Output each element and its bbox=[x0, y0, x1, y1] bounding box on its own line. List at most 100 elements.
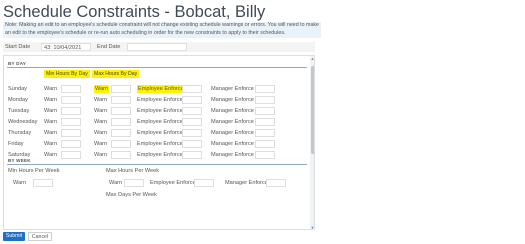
day-label: Tuesday bbox=[8, 108, 30, 114]
week-manager-enforce-input[interactable] bbox=[266, 179, 286, 187]
min-warn-label: Warn bbox=[44, 108, 58, 114]
by-day-divider bbox=[7, 67, 307, 68]
day-row-friday: Friday Warn Warn Employee Enforce Manager En… bbox=[4, 140, 309, 148]
max-days-per-week-label: Max Days Per Week bbox=[106, 192, 157, 198]
employee-enforce-input[interactable] bbox=[182, 96, 202, 104]
employee-enforce-label: Employee Enforce bbox=[137, 85, 185, 93]
day-row-saturday: Saturday Warn Warn Employee Enforce Manager … bbox=[4, 151, 309, 159]
manager-enforce-input[interactable] bbox=[255, 140, 275, 148]
day-row-monday: Monday Warn Warn Employee Enforce Manager En… bbox=[4, 96, 309, 104]
week-min-warn-label: Warn bbox=[13, 180, 27, 186]
by-week-labels-row: Min Hours Per Week Max Hours Per Week bbox=[4, 167, 309, 175]
employee-enforce-input[interactable] bbox=[182, 85, 202, 93]
employee-enforce-label: Employee Enforce bbox=[137, 141, 183, 147]
manager-enforce-label: Manager Enforce bbox=[211, 97, 254, 103]
max-warn-label: Warn bbox=[94, 85, 110, 93]
manager-enforce-input[interactable] bbox=[255, 129, 275, 137]
constraints-panel: BY DAY Min Hours By Day Max Hours By Day… bbox=[3, 55, 315, 230]
max-warn-label: Warn bbox=[94, 141, 108, 147]
employee-enforce-label: Employee Enforce bbox=[137, 108, 183, 114]
by-week-inputs-row: Warn Warn Employee Enforce Manager Enfor… bbox=[4, 179, 309, 187]
day-row-sunday: Sunday Warn Warn Employee Enforce Manager En… bbox=[4, 85, 309, 93]
by-day-section-label: BY DAY bbox=[8, 61, 27, 66]
min-warn-input[interactable] bbox=[61, 140, 81, 148]
employee-enforce-label: Employee Enforce bbox=[137, 97, 183, 103]
min-warn-label: Warn bbox=[44, 97, 58, 103]
max-warn-input[interactable] bbox=[111, 151, 131, 159]
min-warn-input[interactable] bbox=[61, 151, 81, 159]
max-warn-input[interactable] bbox=[111, 107, 131, 115]
scrollbar[interactable]: ▲ ▼ bbox=[310, 56, 314, 230]
manager-enforce-input[interactable] bbox=[255, 151, 275, 159]
day-label: Monday bbox=[8, 97, 28, 103]
min-warn-input[interactable] bbox=[61, 96, 81, 104]
start-date-field[interactable]: 43: 10/04/2021 bbox=[41, 43, 91, 51]
manager-enforce-label: Manager Enforce bbox=[211, 152, 254, 158]
week-min-warn-input[interactable] bbox=[33, 179, 53, 187]
max-warn-label: Warn bbox=[94, 130, 108, 136]
employee-enforce-label: Employee Enforce bbox=[137, 152, 183, 158]
max-warn-input[interactable] bbox=[111, 140, 131, 148]
min-warn-input[interactable] bbox=[61, 118, 81, 126]
manager-enforce-label: Manager Enforce bbox=[211, 141, 254, 147]
max-warn-label: Warn bbox=[94, 119, 108, 125]
max-warn-input[interactable] bbox=[111, 85, 131, 93]
employee-enforce-input[interactable] bbox=[182, 118, 202, 126]
week-employee-enforce-label: Employee Enforce bbox=[150, 180, 196, 186]
employee-enforce-label: Employee Enforce bbox=[137, 119, 183, 125]
min-hours-by-day-header: Min Hours By Day bbox=[44, 70, 90, 78]
max-warn-input[interactable] bbox=[111, 96, 131, 104]
submit-button[interactable]: Submit bbox=[3, 232, 25, 241]
manager-enforce-label: Manager Enforce bbox=[211, 108, 254, 114]
by-week-section-label: BY WEEK bbox=[8, 158, 31, 163]
employee-enforce-input[interactable] bbox=[182, 151, 202, 159]
max-warn-input[interactable] bbox=[111, 129, 131, 137]
scroll-down-arrow-icon[interactable]: ▼ bbox=[310, 226, 314, 230]
employee-enforce-input[interactable] bbox=[182, 140, 202, 148]
employee-enforce-label: Employee Enforce bbox=[137, 130, 183, 136]
day-label: Thursday bbox=[8, 130, 32, 136]
min-warn-label: Warn bbox=[44, 141, 58, 147]
day-row-thursday: Thursday Warn Warn Employee Enforce Manager … bbox=[4, 129, 309, 137]
min-warn-input[interactable] bbox=[61, 85, 81, 93]
week-employee-enforce-input[interactable] bbox=[194, 179, 214, 187]
max-warn-label: Warn bbox=[94, 152, 108, 158]
min-warn-label: Warn bbox=[44, 86, 58, 92]
start-date-label: Start Date bbox=[5, 44, 31, 50]
info-note: Note: Making an edit to an employee's sc… bbox=[3, 22, 321, 38]
max-warn-label: Warn bbox=[94, 108, 108, 114]
week-max-warn-input[interactable] bbox=[124, 179, 144, 187]
cancel-button[interactable]: Cancel bbox=[28, 232, 52, 241]
scroll-up-arrow-icon[interactable]: ▲ bbox=[310, 57, 314, 61]
day-label: Sunday bbox=[8, 86, 27, 92]
manager-enforce-input[interactable] bbox=[255, 96, 275, 104]
min-warn-label: Warn bbox=[44, 130, 58, 136]
max-hours-per-week-label: Max Hours Per Week bbox=[106, 168, 160, 174]
scroll-thumb[interactable] bbox=[310, 66, 314, 154]
employee-enforce-input[interactable] bbox=[182, 107, 202, 115]
max-warn-input[interactable] bbox=[111, 118, 131, 126]
manager-enforce-input[interactable] bbox=[255, 118, 275, 126]
employee-enforce-input[interactable] bbox=[182, 129, 202, 137]
manager-enforce-label: Manager Enforce bbox=[211, 119, 254, 125]
day-row-wednesday: Wednesday Warn Warn Employee Enforce Manager… bbox=[4, 118, 309, 126]
manager-enforce-label: Manager Enforce bbox=[211, 130, 254, 136]
min-warn-input[interactable] bbox=[61, 107, 81, 115]
day-label: Wednesday bbox=[8, 119, 38, 125]
manager-enforce-input[interactable] bbox=[255, 107, 275, 115]
week-manager-enforce-label: Manager Enforce bbox=[225, 180, 268, 186]
by-week-divider bbox=[7, 164, 307, 165]
day-label: Friday bbox=[8, 141, 24, 147]
min-warn-input[interactable] bbox=[61, 129, 81, 137]
end-date-field[interactable] bbox=[127, 43, 187, 51]
max-warn-label: Warn bbox=[94, 97, 108, 103]
date-bar: Start Date 43: 10/04/2021 End Date bbox=[3, 42, 315, 52]
end-date-label: End Date bbox=[97, 44, 121, 50]
max-days-row: Max Days Per Week bbox=[4, 191, 309, 199]
manager-enforce-input[interactable] bbox=[255, 85, 275, 93]
min-hours-per-week-label: Min Hours Per Week bbox=[8, 168, 60, 174]
min-warn-label: Warn bbox=[44, 119, 58, 125]
min-warn-label: Warn bbox=[44, 152, 58, 158]
day-row-tuesday: Tuesday Warn Warn Employee Enforce Manager E… bbox=[4, 107, 309, 115]
max-hours-by-day-header: Max Hours By Day bbox=[92, 70, 140, 78]
